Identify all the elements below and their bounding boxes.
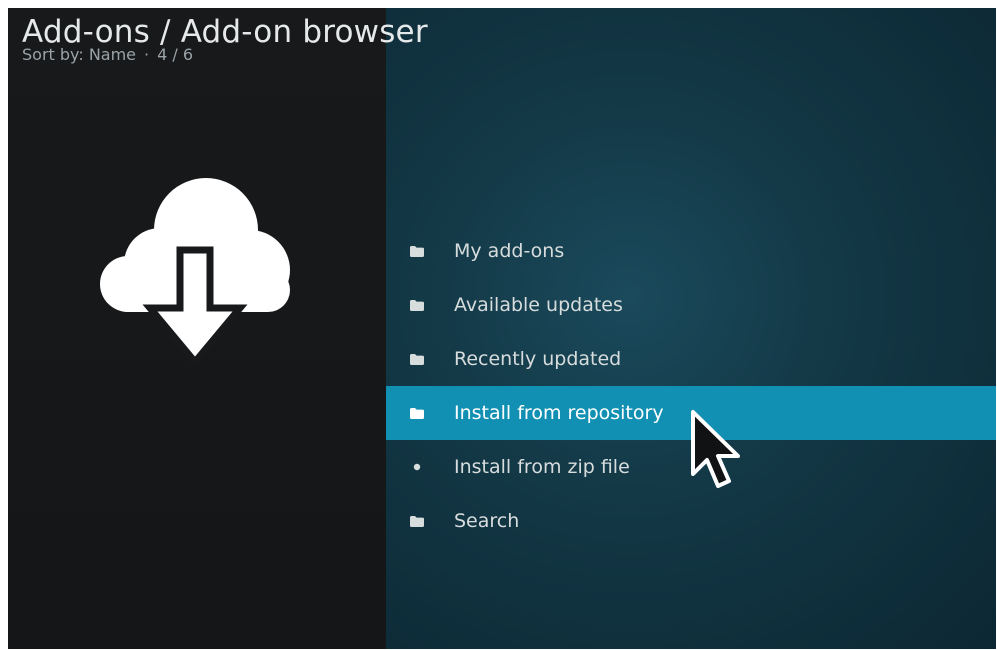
menu-item-label: Install from zip file: [454, 456, 630, 478]
item-position: 4 / 6: [157, 45, 194, 64]
header: Add-ons / Add-on browser Sort by: Name · 4…: [22, 14, 428, 64]
menu-item-my-addons[interactable]: My add-ons: [386, 224, 996, 278]
folder-icon: [410, 353, 424, 365]
addon-menu: My add-ons Available updates Recently up…: [386, 224, 996, 548]
menu-item-label: Available updates: [454, 294, 623, 316]
menu-item-label: Recently updated: [454, 348, 622, 370]
dot-icon: [410, 461, 424, 473]
menu-item-label: Search: [454, 510, 520, 532]
folder-icon: [410, 299, 424, 311]
separator: ·: [144, 45, 150, 64]
sort-label[interactable]: Sort by: Name: [22, 45, 136, 64]
kodi-screen: Add-ons / Add-on browser Sort by: Name · 4…: [8, 8, 996, 649]
preview-panel: [8, 8, 386, 649]
folder-icon: [410, 245, 424, 257]
menu-item-label: Install from repository: [454, 402, 664, 424]
menu-item-available-updates[interactable]: Available updates: [386, 278, 996, 332]
menu-item-search[interactable]: Search: [386, 494, 996, 548]
mouse-cursor-icon: [691, 410, 740, 488]
menu-item-recently-updated[interactable]: Recently updated: [386, 332, 996, 386]
menu-item-label: My add-ons: [454, 240, 565, 262]
cloud-download-icon: [100, 178, 290, 368]
folder-icon: [410, 407, 424, 419]
folder-icon: [410, 515, 424, 527]
